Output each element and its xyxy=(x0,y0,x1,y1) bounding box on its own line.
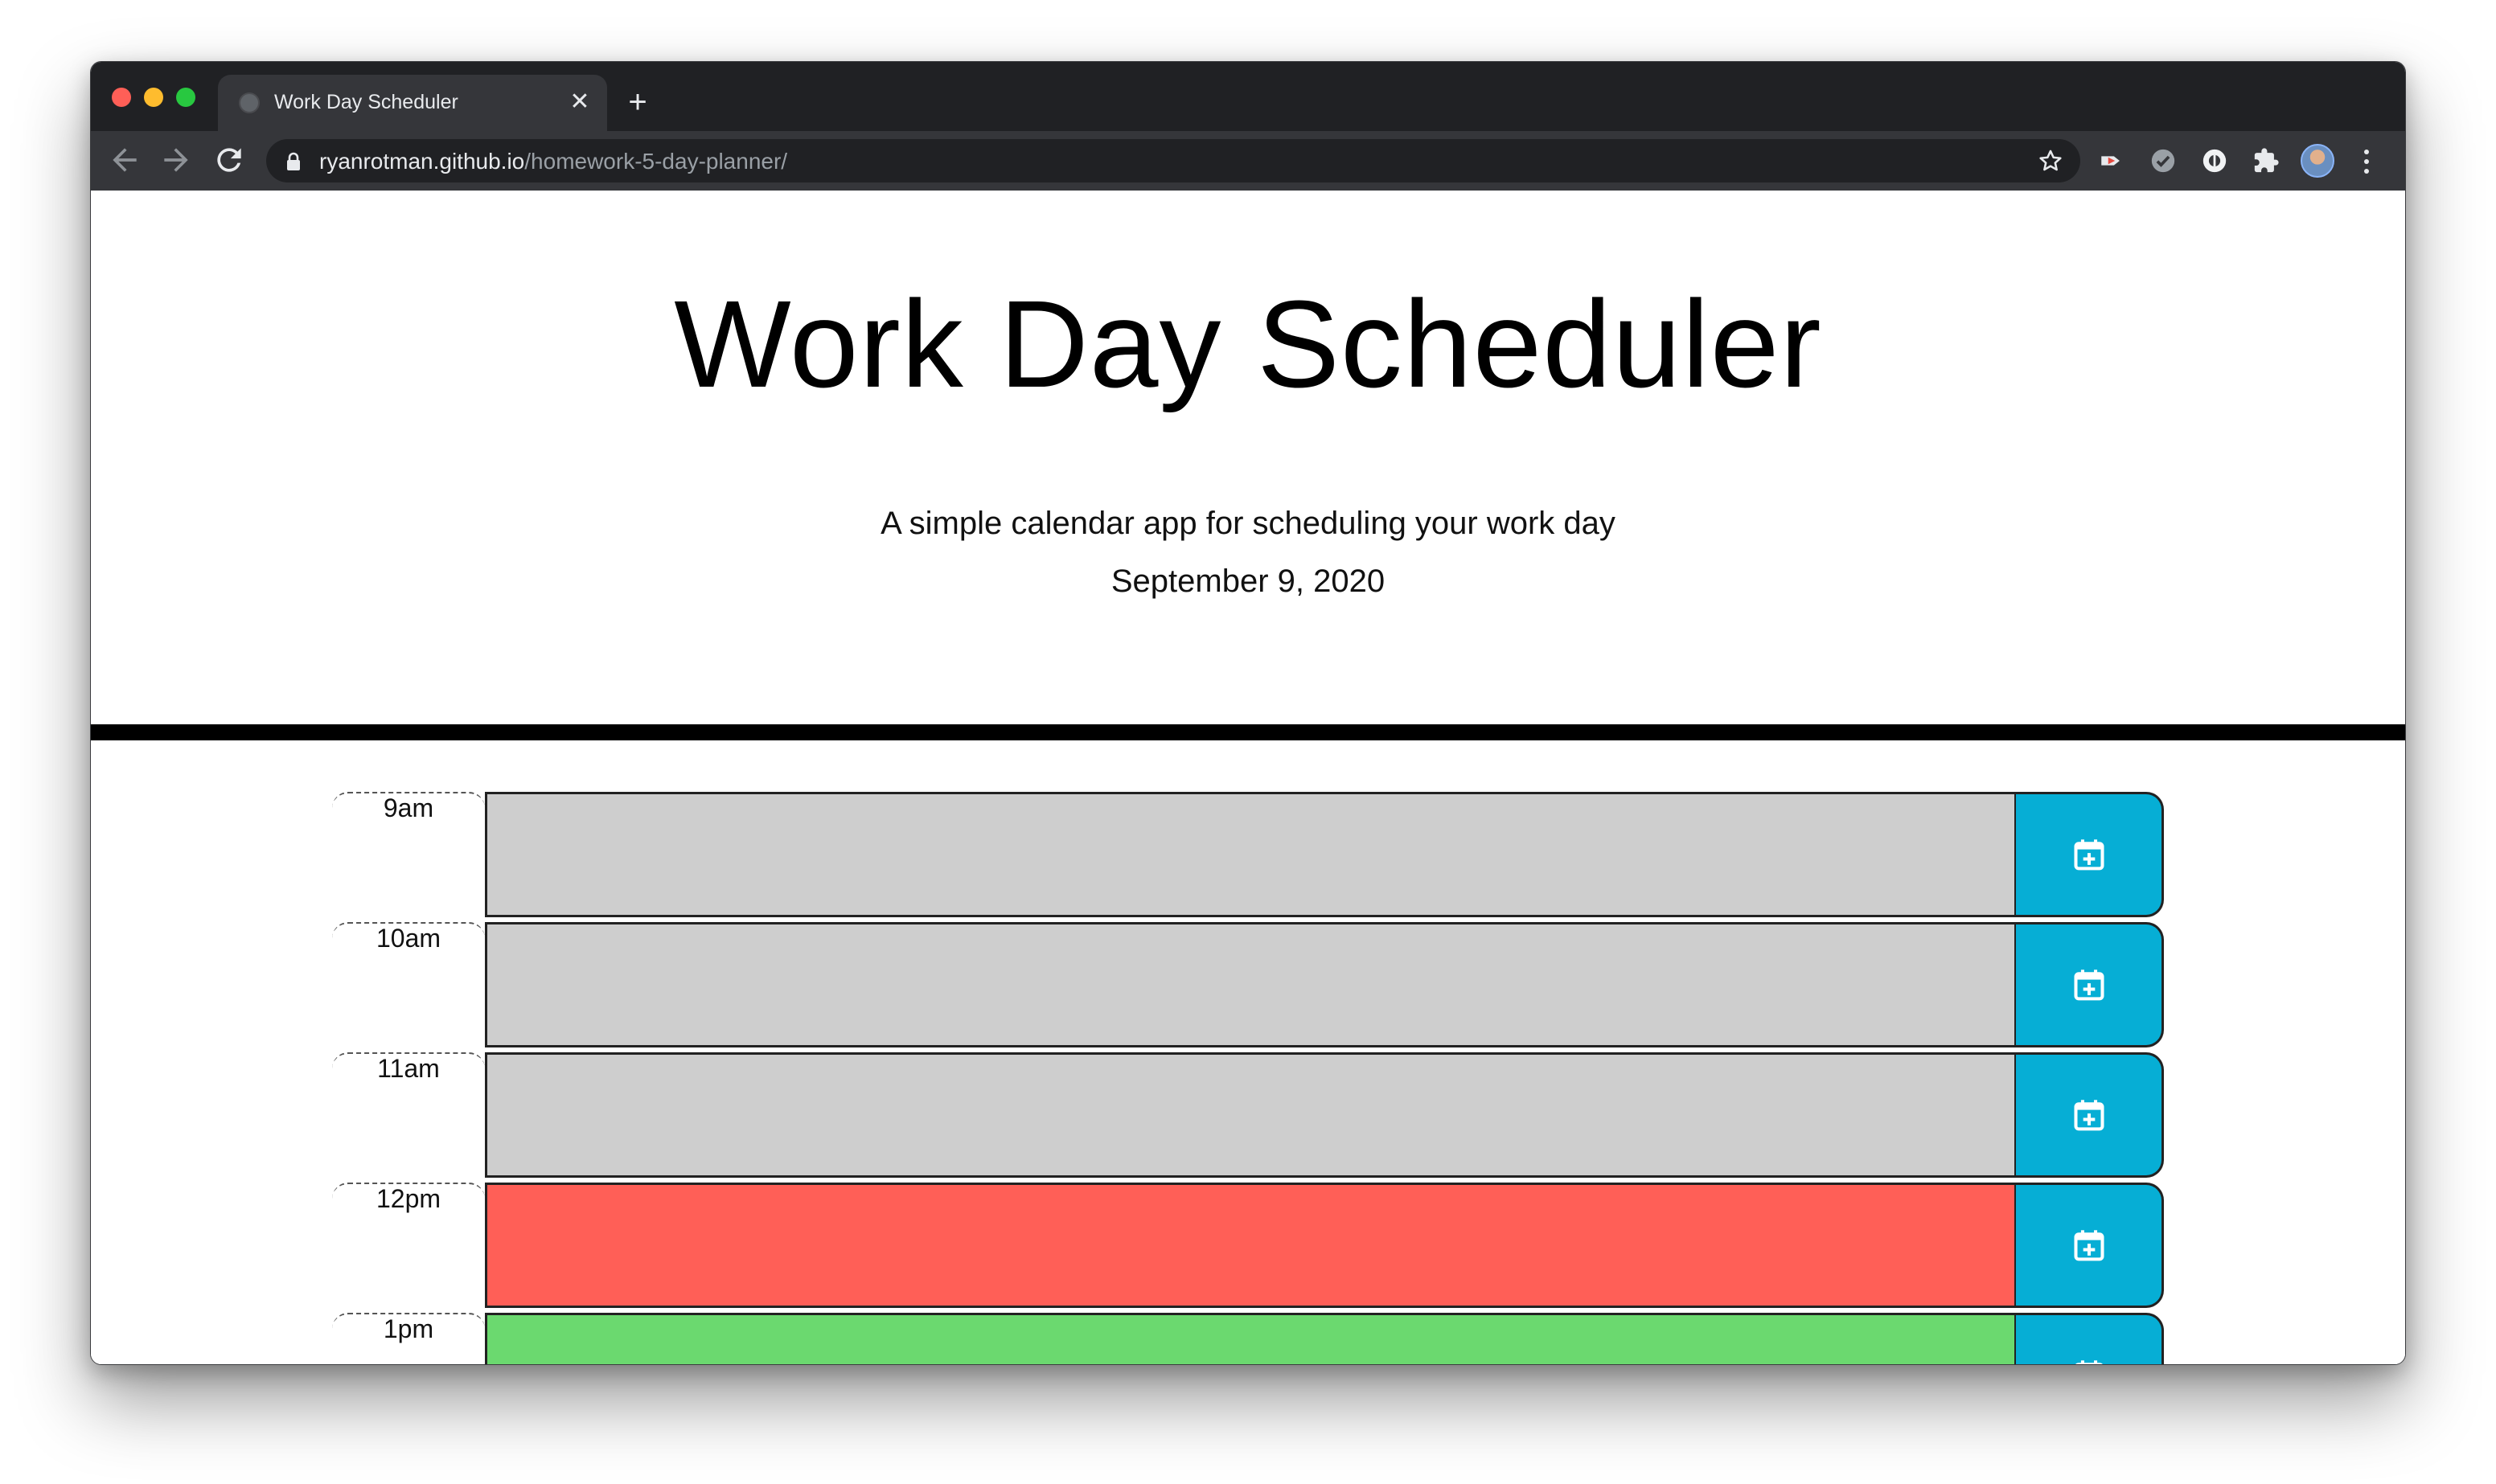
screenshot-stage: Work Day Scheduler ✕ + ryanrotman.github… xyxy=(0,0,2496,1484)
puzzle-icon[interactable] xyxy=(2252,147,2280,174)
time-block-11am: 11am xyxy=(91,1052,2405,1178)
hour-label: 12pm xyxy=(332,1183,485,1308)
reload-icon[interactable] xyxy=(211,142,247,178)
time-block-9am: 9am xyxy=(91,792,2405,917)
save-button[interactable] xyxy=(2014,1183,2164,1308)
url-path: /homework-5-day-planner/ xyxy=(524,149,788,174)
page-viewport: Work Day Scheduler A simple calendar app… xyxy=(91,191,2405,1364)
page-title: Work Day Scheduler xyxy=(674,275,1822,413)
new-tab-button[interactable]: + xyxy=(622,86,654,118)
address-bar[interactable]: ryanrotman.github.io/homework-5-day-plan… xyxy=(266,139,2080,182)
event-textarea[interactable] xyxy=(485,1183,2016,1308)
current-date: September 9, 2020 xyxy=(1110,564,1386,599)
lock-icon xyxy=(287,152,300,170)
window-maximize-button[interactable] xyxy=(176,88,195,107)
event-textarea[interactable] xyxy=(485,792,2016,917)
arrow-left-icon[interactable] xyxy=(107,142,142,178)
page-subtitle: A simple calendar app for scheduling you… xyxy=(881,506,1615,541)
browser-window: Work Day Scheduler ✕ + ryanrotman.github… xyxy=(90,61,2406,1365)
calendar-plus-icon xyxy=(2073,1230,2104,1261)
header-divider xyxy=(91,724,2405,740)
record-extension-icon[interactable] xyxy=(2201,147,2228,174)
hour-label: 10am xyxy=(332,922,485,1047)
hour-label: 1pm xyxy=(332,1313,485,1364)
calendar-plus-icon xyxy=(2073,970,2104,1001)
hour-label: 11am xyxy=(332,1052,485,1178)
tab-title: Work Day Scheduler xyxy=(274,91,458,113)
calendar-plus-icon xyxy=(2073,839,2104,871)
time-block-12pm: 12pm xyxy=(91,1183,2405,1308)
save-button[interactable] xyxy=(2014,1313,2164,1364)
hour-label: 9am xyxy=(332,792,485,917)
tab-close-icon[interactable]: ✕ xyxy=(565,88,594,117)
window-minimize-button[interactable] xyxy=(144,88,163,107)
time-block-10am: 10am xyxy=(91,922,2405,1047)
browser-toolbar: ryanrotman.github.io/homework-5-day-plan… xyxy=(91,131,2405,191)
time-block-1pm: 1pm xyxy=(91,1313,2405,1364)
event-textarea[interactable] xyxy=(485,1052,2016,1178)
star-icon[interactable] xyxy=(2037,147,2064,174)
calendar-plus-icon xyxy=(2073,1100,2104,1131)
save-button[interactable] xyxy=(2014,1052,2164,1178)
tab-work-day-scheduler[interactable]: Work Day Scheduler ✕ xyxy=(218,75,607,131)
profile-avatar[interactable] xyxy=(2301,144,2334,178)
page-header: Work Day Scheduler A simple calendar app… xyxy=(91,191,2405,665)
event-textarea[interactable] xyxy=(485,922,2016,1047)
screencast-extension-icon[interactable] xyxy=(2098,147,2125,174)
check-extension-icon[interactable] xyxy=(2149,147,2177,174)
arrow-right-icon[interactable] xyxy=(158,142,194,178)
url-text: ryanrotman.github.io/homework-5-day-plan… xyxy=(319,149,787,174)
window-close-button[interactable] xyxy=(112,88,131,107)
globe-icon xyxy=(239,92,260,113)
calendar-plus-icon xyxy=(2075,1360,2103,1364)
save-button[interactable] xyxy=(2014,792,2164,917)
url-host: ryanrotman.github.io xyxy=(319,149,525,174)
event-textarea[interactable] xyxy=(485,1313,2016,1364)
save-button[interactable] xyxy=(2014,922,2164,1047)
kebab-menu-icon[interactable] xyxy=(2358,146,2375,178)
tab-strip: Work Day Scheduler ✕ + xyxy=(91,62,2405,131)
